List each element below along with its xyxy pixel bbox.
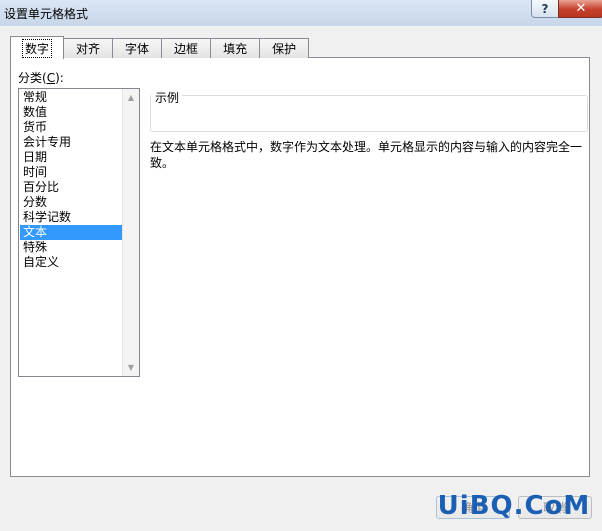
tab-border[interactable]: 边框 bbox=[161, 38, 212, 58]
category-item-custom[interactable]: 自定义 bbox=[20, 255, 122, 270]
sample-box bbox=[150, 95, 588, 132]
category-item-currency[interactable]: 货币 bbox=[20, 120, 122, 135]
category-items: 常规 数值 货币 会计专用 日期 时间 百分比 分数 科学记数 文本 特殊 自定… bbox=[20, 90, 122, 270]
watermark-logo: UiBQ.CoM bbox=[428, 487, 600, 525]
tab-label: 对齐 bbox=[76, 42, 101, 56]
category-item-number[interactable]: 数值 bbox=[20, 105, 122, 120]
tab-font[interactable]: 字体 bbox=[112, 38, 163, 58]
category-item-date[interactable]: 日期 bbox=[20, 150, 122, 165]
help-button[interactable]: ? bbox=[531, 0, 559, 18]
tab-label: 边框 bbox=[174, 42, 199, 56]
scroll-down-arrow-icon[interactable]: ▼ bbox=[123, 359, 139, 376]
format-description: 在文本单元格格式中，数字作为文本处理。单元格显示的内容与输入的内容完全一致。 bbox=[150, 140, 583, 170]
category-item-accounting[interactable]: 会计专用 bbox=[20, 135, 122, 150]
category-listbox[interactable]: 常规 数值 货币 会计专用 日期 时间 百分比 分数 科学记数 文本 特殊 自定… bbox=[18, 88, 140, 377]
format-cells-dialog: 设置单元格格式 ? ✕ 数字 对齐 字体 边框 填充 保护 分类(C): 常规 … bbox=[0, 0, 602, 531]
close-icon: ✕ bbox=[575, 1, 587, 16]
tab-alignment[interactable]: 对齐 bbox=[63, 38, 114, 58]
scroll-up-arrow-icon[interactable]: ▲ bbox=[123, 89, 139, 106]
title-bar[interactable]: 设置单元格格式 ? ✕ bbox=[0, 0, 602, 26]
category-item-time[interactable]: 时间 bbox=[20, 165, 122, 180]
accelerator-key: C bbox=[46, 71, 56, 85]
category-item-fraction[interactable]: 分数 bbox=[20, 195, 122, 210]
category-scrollbar[interactable]: ▲ ▼ bbox=[122, 89, 139, 376]
close-button[interactable]: ✕ bbox=[558, 0, 602, 18]
tab-label: 填充 bbox=[223, 42, 248, 56]
tab-number[interactable]: 数字 bbox=[10, 36, 65, 59]
dialog-title: 设置单元格格式 bbox=[4, 7, 89, 21]
tab-label: 字体 bbox=[125, 42, 150, 56]
category-item-percentage[interactable]: 百分比 bbox=[20, 180, 122, 195]
category-item-general[interactable]: 常规 bbox=[20, 90, 122, 105]
tab-label: 保护 bbox=[272, 42, 297, 56]
category-item-special[interactable]: 特殊 bbox=[20, 240, 122, 255]
sample-title: 示例 bbox=[152, 89, 183, 106]
tab-label: 数字 bbox=[21, 38, 53, 58]
tab-protection[interactable]: 保护 bbox=[259, 38, 310, 58]
category-label: 分类(C): bbox=[18, 71, 64, 85]
tab-fill[interactable]: 填充 bbox=[210, 38, 261, 58]
category-item-scientific[interactable]: 科学记数 bbox=[20, 210, 122, 225]
category-item-text[interactable]: 文本 bbox=[20, 225, 122, 240]
tab-strip: 数字 对齐 字体 边框 填充 保护 bbox=[10, 36, 310, 59]
